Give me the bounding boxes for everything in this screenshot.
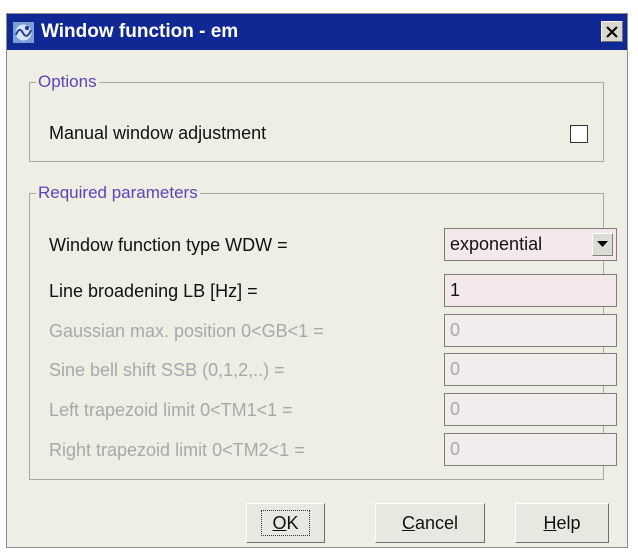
tm1-label: Left trapezoid limit 0<TM1<1 = xyxy=(49,400,293,420)
required-parameters-group: Required parameters Window function type… xyxy=(29,183,617,480)
tm1-input[interactable]: 0 xyxy=(444,393,617,426)
ok-button[interactable]: OK xyxy=(246,503,325,543)
close-button[interactable] xyxy=(601,21,623,42)
ssb-label: Sine bell shift SSB (0,1,2,..) = xyxy=(49,360,285,380)
ok-button-focus: OK xyxy=(261,510,310,536)
chevron-down-icon xyxy=(597,241,608,247)
cancel-mnemonic: C xyxy=(401,512,415,533)
cancel-button[interactable]: Cancel xyxy=(375,503,485,543)
help-mnemonic: H xyxy=(543,512,557,533)
gb-label: Gaussian max. position 0<GB<1 = xyxy=(49,321,324,341)
tm2-label: Right trapezoid limit 0<TM2<1 = xyxy=(49,440,305,460)
tm2-input[interactable]: 0 xyxy=(444,433,617,466)
dropdown-arrow-button[interactable] xyxy=(592,233,613,256)
options-legend: Options xyxy=(38,72,97,91)
manual-adjustment-label: Manual window adjustment xyxy=(49,123,267,143)
options-group: Options Manual window adjustment xyxy=(29,73,604,162)
manual-adjustment-checkbox[interactable] xyxy=(570,125,588,143)
required-parameters-legend: Required parameters xyxy=(38,183,198,202)
window-title: Window function - em xyxy=(41,21,239,42)
help-button[interactable]: Help xyxy=(515,503,609,543)
wdw-select[interactable]: exponential xyxy=(444,228,617,261)
topspin-logo-icon xyxy=(13,22,34,43)
window-function-dialog: Window function - em Options Manual wind… xyxy=(6,13,628,548)
wdw-label: Window function type WDW = xyxy=(49,235,288,255)
ok-mnemonic: O xyxy=(272,513,287,533)
help-label-rest: elp xyxy=(556,512,581,533)
lb-input[interactable]: 1 xyxy=(444,274,617,307)
close-icon xyxy=(606,25,618,38)
cancel-label-rest: ancel xyxy=(414,512,459,533)
lb-label: Line broadening LB [Hz] = xyxy=(49,281,258,301)
title-bar[interactable]: Window function - em xyxy=(7,14,627,50)
wdw-selected-value: exponential xyxy=(450,234,543,254)
gb-input[interactable]: 0 xyxy=(444,314,617,347)
ok-label-rest: K xyxy=(286,513,299,533)
ssb-input[interactable]: 0 xyxy=(444,353,617,386)
